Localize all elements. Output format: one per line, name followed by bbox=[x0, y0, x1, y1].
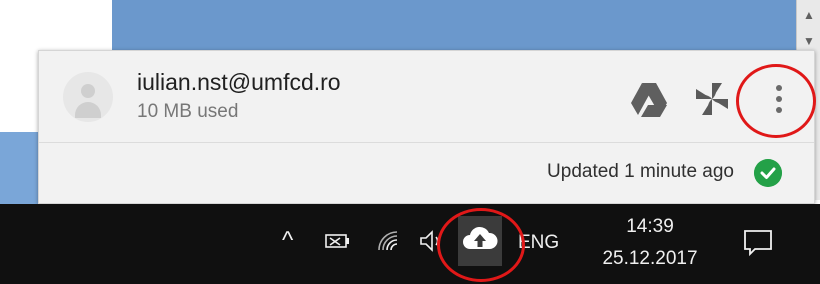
background-window-edge bbox=[0, 132, 40, 204]
show-hidden-icons-chevron-icon[interactable]: ^ bbox=[282, 226, 312, 256]
google-photos-button[interactable] bbox=[690, 77, 734, 121]
account-email: iulian.nst@umfcd.ro bbox=[137, 69, 341, 95]
clock-date: 25.12.2017 bbox=[602, 248, 698, 269]
sync-status-row: Updated 1 minute ago bbox=[39, 143, 814, 203]
avatar-head-shape bbox=[81, 84, 95, 98]
highlight-ring-more-options bbox=[736, 64, 816, 138]
action-center-icon[interactable] bbox=[742, 228, 774, 258]
highlight-ring-tray-cloud bbox=[437, 208, 525, 282]
google-drive-icon bbox=[631, 83, 667, 117]
avatar bbox=[63, 72, 113, 122]
photos-pinwheel-icon bbox=[696, 83, 728, 115]
google-drive-button[interactable] bbox=[627, 77, 671, 121]
scroll-down-arrow-icon[interactable]: ▼ bbox=[797, 32, 820, 50]
sync-status-text: Updated 1 minute ago bbox=[547, 161, 734, 182]
battery-icon[interactable] bbox=[322, 226, 352, 256]
clock-time: 14:39 bbox=[626, 216, 674, 237]
avatar-body-shape bbox=[75, 102, 101, 118]
scroll-up-arrow-icon[interactable]: ▲ bbox=[797, 6, 820, 24]
wifi-icon[interactable] bbox=[374, 226, 404, 256]
checkmark-icon bbox=[754, 159, 782, 187]
storage-usage: 10 MB used bbox=[137, 101, 239, 122]
windows-taskbar: ^ ENG 14:39 25.12.2017 bbox=[0, 204, 820, 284]
account-row: iulian.nst@umfcd.ro 10 MB used bbox=[39, 51, 814, 141]
backup-and-sync-popup: iulian.nst@umfcd.ro 10 MB used Updated 1… bbox=[38, 50, 815, 204]
system-clock[interactable]: 14:39 25.12.2017 bbox=[592, 216, 708, 270]
background-window-titlebar bbox=[112, 0, 796, 50]
